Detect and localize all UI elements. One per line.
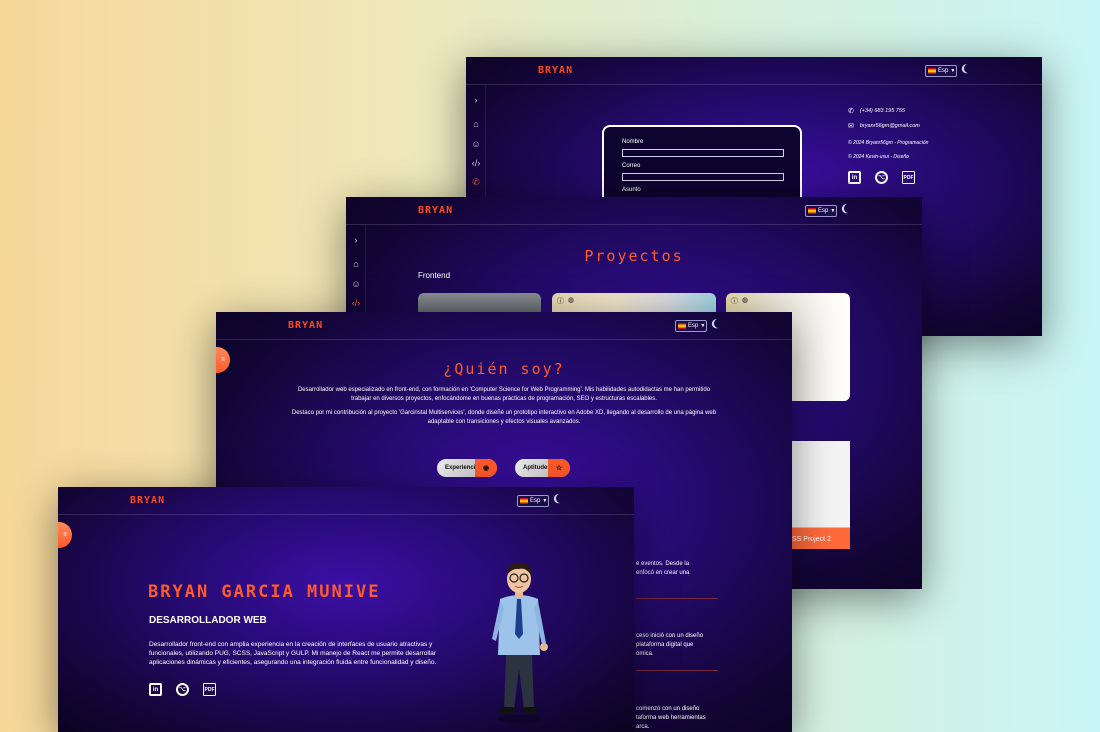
mail-icon: ✉ <box>848 123 854 130</box>
chevron-down-icon: ▼ <box>542 498 548 504</box>
spain-flag-icon <box>678 323 686 329</box>
logo[interactable]: BRYAN <box>538 65 573 76</box>
globe-icon[interactable]: ◍ <box>742 296 748 304</box>
logo[interactable]: BRYAN <box>418 205 453 216</box>
chevron-down-icon: ▼ <box>830 208 836 214</box>
experience-label: Experiencia <box>445 465 479 471</box>
info-icon[interactable]: ⓘ <box>731 296 738 306</box>
language-select[interactable]: Esp ▼ <box>517 495 549 507</box>
header: BRYAN Esp ▼ <box>216 312 792 340</box>
hero-window: BRYAN Esp ▼ ≡ BRYAN GARCIA MUNIVE DESARR… <box>58 487 634 732</box>
user-icon[interactable]: ☺ <box>351 279 361 289</box>
briefcase-icon: ◉ <box>475 459 497 477</box>
code-icon[interactable]: ‹/› <box>351 298 361 308</box>
chevron-right-icon[interactable]: › <box>351 235 361 245</box>
divider <box>636 670 718 671</box>
hero-role: DESARROLLADOR WEB <box>149 615 267 626</box>
chevron-down-icon: ▼ <box>950 68 956 74</box>
phone-icon[interactable]: ✆ <box>471 177 481 188</box>
hero-description: Desarrollador front-end con amplia exper… <box>149 641 437 666</box>
timeline-text: e eventos. Desde la <box>636 561 690 567</box>
logo[interactable]: BRYAN <box>130 495 165 506</box>
github-icon[interactable]: ⌥ <box>176 683 189 696</box>
email-input[interactable] <box>622 173 784 181</box>
chevron-down-icon: ▼ <box>700 323 706 329</box>
skills-button[interactable]: Aptitudes ☆ <box>515 459 570 477</box>
timeline-text: comenzó con un diseño <box>636 706 700 712</box>
header: BRYAN Esp ▼ <box>466 57 1042 85</box>
section-heading: Frontend <box>418 271 451 280</box>
project-card[interactable]: SS Project 2 <box>792 441 850 549</box>
name-label: Nombre <box>622 139 644 145</box>
avatar-legs <box>504 654 534 709</box>
email-label: Correo <box>622 163 641 169</box>
avatar-hand <box>540 643 548 651</box>
timeline-text: arca. <box>636 724 650 730</box>
about-paragraph-2: Destaco por mi contribución al proyecto … <box>291 410 717 425</box>
subject-label: Asunto <box>622 187 641 193</box>
linkedin-icon[interactable]: in <box>149 683 162 696</box>
credit-programming: © 2024 Bryanr56gm - Programación <box>848 140 929 146</box>
timeline-text: taforma web herramientas <box>636 715 706 721</box>
linkedin-icon[interactable]: in <box>848 171 861 184</box>
email-address[interactable]: bryanr56gm@gmail.com <box>860 123 920 129</box>
github-icon[interactable]: ⌥ <box>875 171 888 184</box>
menu-icon: ≡ <box>63 532 67 538</box>
phone-icon: ✆ <box>848 108 854 115</box>
spain-flag-icon <box>928 68 936 74</box>
experience-button[interactable]: Experiencia ◉ <box>437 459 497 477</box>
language-label: Esp <box>688 323 699 329</box>
language-select[interactable]: Esp ▼ <box>675 320 707 332</box>
language-label: Esp <box>938 68 949 74</box>
globe-icon[interactable]: ◍ <box>568 296 574 304</box>
language-select[interactable]: Esp ▼ <box>805 205 837 217</box>
home-icon[interactable]: ⌂ <box>471 119 481 129</box>
contact-info: ✆ (+34) 683 195 755 ✉ bryanr56gm@gmail.c… <box>848 107 928 160</box>
chevron-right-icon[interactable]: › <box>471 95 481 105</box>
code-icon[interactable]: ‹/› <box>471 158 481 168</box>
cv-pdf-icon[interactable]: PDF <box>203 683 216 696</box>
phone-number[interactable]: (+34) 683 195 755 <box>860 108 905 114</box>
moon-icon[interactable] <box>843 203 855 215</box>
header: BRYAN Esp ▼ <box>58 487 634 515</box>
divider <box>636 598 718 599</box>
avatar-shoe <box>523 707 538 714</box>
moon-icon[interactable] <box>555 493 567 505</box>
star-icon: ☆ <box>548 459 570 477</box>
language-label: Esp <box>818 208 829 214</box>
avatar-illustration <box>492 562 548 723</box>
timeline-text: plataforma digital que <box>636 642 694 648</box>
sidebar-toggle[interactable]: ≡ <box>58 522 72 548</box>
timeline-entry: e eventos. Desde la enfocó en crear una <box>636 560 689 578</box>
moon-icon[interactable] <box>963 63 975 75</box>
spain-flag-icon <box>520 498 528 504</box>
name-input[interactable] <box>622 149 784 157</box>
credit-design: © 2024 Kevin-usui - Diseño <box>848 154 909 160</box>
language-select[interactable]: Esp ▼ <box>925 65 957 77</box>
skills-label: Aptitudes <box>523 465 551 471</box>
page-title: ¿Quién soy? <box>443 360 565 378</box>
logo[interactable]: BRYAN <box>288 320 323 331</box>
avatar-shoe <box>500 707 515 714</box>
language-label: Esp <box>530 498 541 504</box>
timeline-entry: comenzó con un diseño taforma web herram… <box>636 705 706 732</box>
header: BRYAN Esp ▼ <box>346 197 922 225</box>
avatar-shadow <box>497 715 541 723</box>
info-icon[interactable]: ⓘ <box>557 296 564 306</box>
user-icon[interactable]: ☺ <box>471 139 481 149</box>
moon-icon[interactable] <box>713 318 725 330</box>
project-label: SS Project 2 <box>792 536 831 543</box>
spain-flag-icon <box>808 208 816 214</box>
timeline-entry: ceso inició con un diseño plataforma dig… <box>636 632 703 659</box>
timeline-text: ómica. <box>636 651 654 657</box>
about-paragraph-1: Desarrollador web especializado en front… <box>297 387 711 402</box>
page-title: Proyectos <box>584 247 684 265</box>
hero-name: BRYAN GARCIA MUNIVE <box>148 582 381 602</box>
cv-pdf-icon[interactable]: PDF <box>902 171 915 184</box>
timeline-text: enfocó en crear una <box>636 570 690 576</box>
timeline-text: ceso inició con un diseño <box>636 633 704 639</box>
